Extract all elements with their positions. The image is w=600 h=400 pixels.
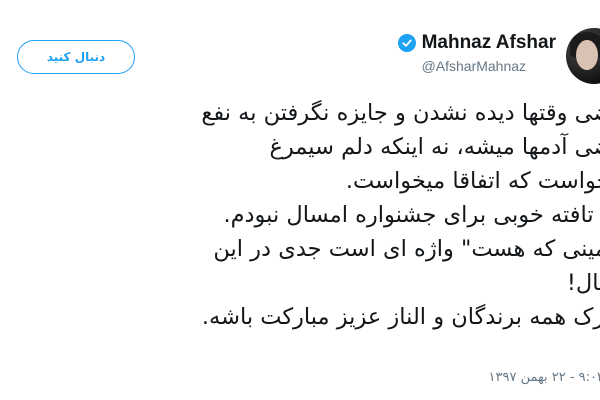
tweet-timestamp[interactable]: ۹:۰۲ - ۲۲ بهمن ۱۳۹۷ <box>489 370 600 385</box>
checkmark-icon <box>401 39 412 47</box>
author-handle[interactable]: @AfsharMahnaz <box>422 58 556 74</box>
tweet-line: میخواست که اتفاقا میخواست. <box>345 168 600 194</box>
name-row: Mahnaz Afshar <box>397 32 556 54</box>
follow-button[interactable]: دنبال کنید <box>17 40 135 74</box>
avatar-face <box>576 40 598 70</box>
tweet-card: Mahnaz Afshar @AfsharMahnaz دنبال کنید ب… <box>0 0 600 400</box>
tweet-line: بعضی آدمها میشه، نه اینکه دلم سیمرغ <box>269 134 600 160</box>
author-display-name[interactable]: Mahnaz Afshar <box>422 32 556 54</box>
tweet-line: مبارک همه برندگان و الناز عزیز مبارکت با… <box>201 304 600 330</box>
avatar[interactable] <box>566 28 600 84</box>
tweet-text: بعضی وقتها دیده نشدن و جایزه نگرفتن به ن… <box>0 96 600 334</box>
tweet-line: "همینی که هست" واژه ای است جدی در این <box>213 236 600 262</box>
tweet-line: ۴سال! <box>566 270 600 296</box>
tweet-line: من تافته خوبی برای جشنواره امسال نبودم. <box>223 202 600 228</box>
author-identity: Mahnaz Afshar @AfsharMahnaz <box>397 32 556 74</box>
tweet-line: بعضی وقتها دیده نشدن و جایزه نگرفتن به ن… <box>201 100 600 126</box>
verified-badge-icon <box>397 34 416 52</box>
